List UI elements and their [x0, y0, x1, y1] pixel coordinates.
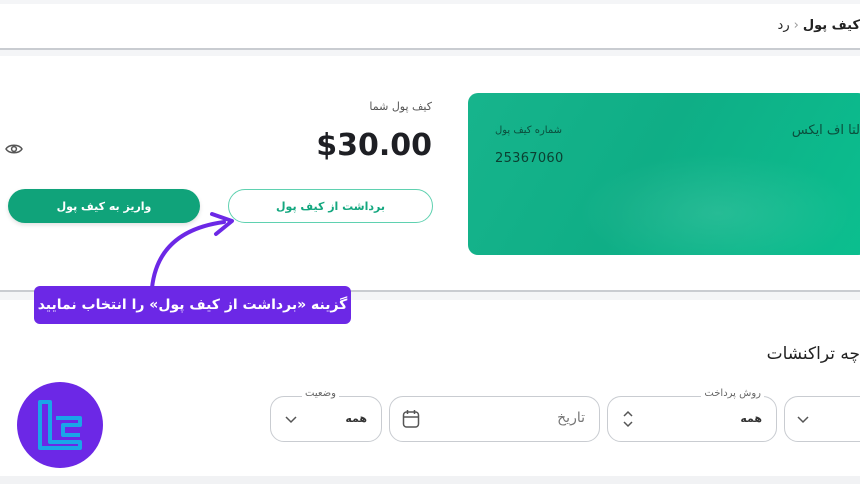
logo-mark: [38, 400, 82, 450]
payment-method-value: همه: [740, 412, 762, 425]
breadcrumb-prev[interactable]: رد: [778, 18, 790, 33]
wallet-title: کیف پول شما: [369, 100, 432, 113]
withdraw-button[interactable]: برداشت از کیف پول: [228, 189, 433, 223]
wallet-number-label: شماره کیف پول: [495, 125, 562, 136]
status-label: وضعیت: [302, 388, 339, 399]
wallet-number: 25367060: [495, 151, 564, 166]
status-filter[interactable]: وضعیت همه: [270, 388, 382, 442]
wallet-balance: $30.00: [316, 128, 432, 163]
instruction-callout: گزینه «برداشت از کیف پول» را انتخاب نمای…: [34, 286, 351, 324]
payment-method-label: روش پرداخت: [701, 388, 764, 399]
breadcrumb: کیف پول‹رد: [778, 18, 860, 33]
date-input: تاریخ: [557, 410, 585, 426]
card-brand: لتا اف ایکس: [791, 123, 860, 138]
sort-icon: [623, 410, 633, 428]
chevron-down-icon: [797, 416, 809, 424]
status-value: همه: [345, 412, 367, 425]
top-bar: کیف پول‹رد: [0, 4, 860, 50]
breadcrumb-separator: ‹: [793, 18, 799, 33]
payment-method-filter[interactable]: روش پرداخت همه: [607, 388, 777, 442]
date-filter[interactable]: تاریخ: [389, 396, 600, 442]
eye-icon[interactable]: [5, 141, 23, 157]
brand-logo: [17, 382, 103, 468]
transactions-panel: چه تراکنشات روش پرداخت همه تاریخ وضعیت ه…: [0, 300, 860, 484]
bottom-strip: [0, 476, 860, 484]
filter-extra[interactable]: [784, 396, 860, 442]
calendar-icon: [402, 410, 420, 428]
chevron-down-icon: [285, 416, 297, 424]
transactions-title: چه تراکنشات: [766, 344, 860, 364]
breadcrumb-current: کیف پول: [802, 18, 860, 33]
wallet-card: لتا اف ایکس شماره کیف پول 25367060: [468, 93, 860, 255]
